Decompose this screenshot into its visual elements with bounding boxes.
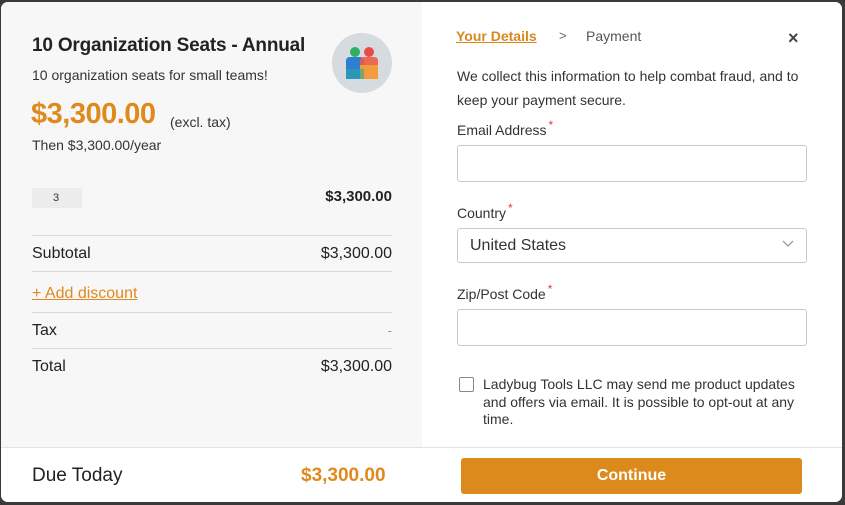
form-intro: We collect this information to help comb… xyxy=(457,68,799,108)
due-today-label: Due Today xyxy=(32,465,123,486)
close-icon[interactable]: × xyxy=(788,28,799,49)
product-price: $3,300.00 xyxy=(31,98,156,130)
country-selected-value: United States xyxy=(470,237,567,254)
country-label: Country * xyxy=(457,201,513,221)
details-form-panel: Your Details > Payment × We collect this… xyxy=(422,2,842,447)
required-marker: * xyxy=(508,201,513,215)
subtotal-row: Subtotal $3,300.00 xyxy=(32,235,392,271)
checkout-footer: Due Today $3,300.00 Continue xyxy=(1,447,842,502)
zip-label-text: Zip/Post Code xyxy=(457,286,546,302)
step-your-details[interactable]: Your Details xyxy=(456,28,537,44)
marketing-consent-checkbox[interactable] xyxy=(459,377,474,392)
email-label-text: Email Address xyxy=(457,122,547,138)
required-marker: * xyxy=(548,118,554,132)
product-avatar-icon xyxy=(332,33,392,93)
email-label: Email Address * xyxy=(457,118,553,138)
step-payment: Payment xyxy=(586,28,642,44)
step-separator: > xyxy=(559,28,567,43)
country-label-text: Country xyxy=(457,205,507,221)
order-summary-panel: 10 Organization Seats - Annual 10 organi… xyxy=(1,2,422,447)
total-row: Total $3,300.00 xyxy=(32,348,392,384)
checkout-modal: 10 Organization Seats - Annual 10 organi… xyxy=(1,2,842,502)
recurring-price: Then $3,300.00/year xyxy=(32,137,162,153)
product-description: 10 organization seats for small teams! xyxy=(32,67,268,83)
add-discount-link[interactable]: + Add discount xyxy=(32,285,137,303)
email-field[interactable] xyxy=(457,145,807,182)
marketing-consent-text: Ladybug Tools LLC may send me product up… xyxy=(483,376,795,427)
price-note: (excl. tax) xyxy=(170,114,231,130)
tax-row: Tax - xyxy=(32,312,392,348)
line-item-amount: $3,300.00 xyxy=(325,188,392,205)
required-marker: * xyxy=(547,282,553,296)
discount-row: + Add discount xyxy=(32,271,392,312)
subtotal-label: Subtotal xyxy=(32,245,91,262)
chevron-down-icon xyxy=(782,240,794,247)
due-today-value: $3,300.00 xyxy=(301,465,386,486)
continue-button[interactable]: Continue xyxy=(461,458,802,494)
product-title: 10 Organization Seats - Annual xyxy=(32,35,306,56)
quantity-field[interactable]: 3 xyxy=(32,188,82,208)
country-select[interactable]: United States xyxy=(457,228,807,263)
total-label: Total xyxy=(32,358,66,375)
tax-label: Tax xyxy=(32,322,57,339)
tax-value: - xyxy=(387,323,392,338)
subtotal-value: $3,300.00 xyxy=(320,245,392,262)
zip-label: Zip/Post Code * xyxy=(457,282,552,302)
zip-field[interactable] xyxy=(457,309,807,346)
total-value: $3,300.00 xyxy=(320,358,392,375)
